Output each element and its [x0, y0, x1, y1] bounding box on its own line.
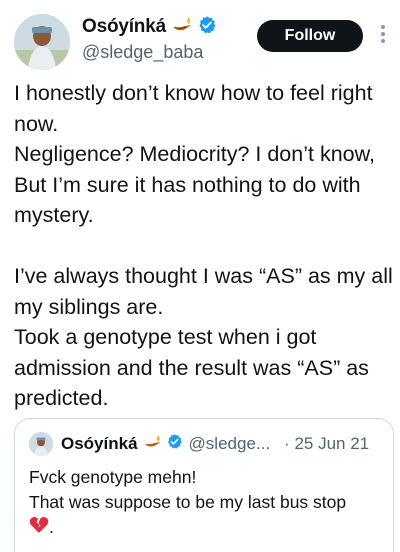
- quote-avatar: [29, 432, 53, 456]
- quote-trailing-text: .: [49, 517, 54, 537]
- quote-date: · 25 Jun 21: [284, 434, 370, 453]
- avatar[interactable]: [14, 14, 70, 70]
- quote-display-name: Osóyínká: [61, 434, 138, 453]
- avatar-photo: [14, 14, 70, 70]
- handle[interactable]: @sledge_baba: [82, 42, 217, 63]
- follow-button[interactable]: Follow: [257, 20, 363, 52]
- more-vertical-icon[interactable]: [380, 25, 386, 45]
- author-info[interactable]: Osóyínká @sledge_baba: [82, 14, 217, 63]
- verified-badge-icon: [197, 15, 217, 40]
- tweet-paragraph: Negligence? Mediocrity? I don’t know, Bu…: [14, 142, 375, 227]
- quoted-tweet[interactable]: Osóyínká @sledge... · 25 Jun 21 Fvck gen…: [14, 418, 394, 552]
- quote-line: Fvck genotype mehn!: [29, 467, 197, 487]
- quote-line: That was suppose to be my last bus stop: [29, 492, 347, 512]
- name-row: Osóyínká: [82, 14, 217, 40]
- tweet-text: I honestly don’t know how to feel right …: [14, 78, 394, 414]
- quote-header: Osóyínká @sledge... · 25 Jun 21: [29, 431, 379, 457]
- tweet-paragraph: Took a genotype test when i got admissio…: [14, 325, 369, 410]
- verified-badge-icon: [166, 433, 183, 455]
- quote-text: Fvck genotype mehn! That was suppose to …: [29, 465, 379, 541]
- oil-lamp-icon: [171, 16, 193, 39]
- display-name[interactable]: Osóyínká: [82, 16, 166, 38]
- quote-handle: @sledge...: [188, 434, 271, 453]
- quote-line-emoji: .: [29, 515, 379, 541]
- broken-heart-icon: [29, 516, 49, 541]
- tweet-paragraph: I’ve always thought I was “AS” as my all…: [14, 264, 393, 319]
- oil-lamp-icon: [143, 434, 162, 455]
- tweet-paragraph: I honestly don’t know how to feel right …: [14, 81, 373, 136]
